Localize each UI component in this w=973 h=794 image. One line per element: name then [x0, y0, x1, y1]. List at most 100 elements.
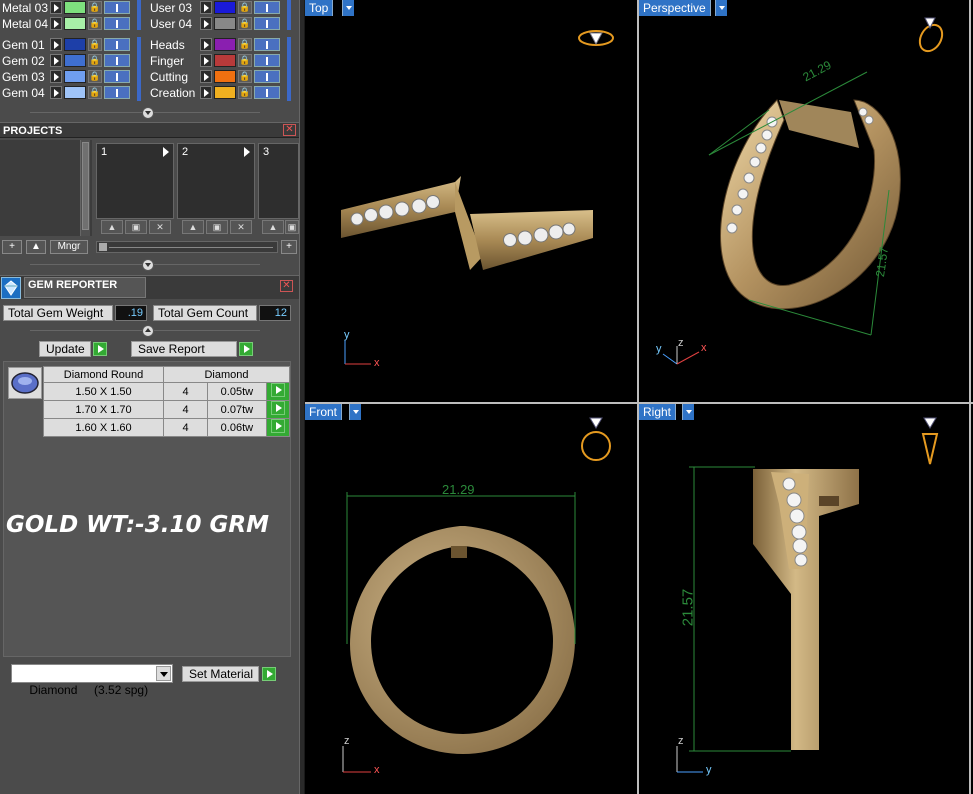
chevron-down-icon[interactable]: [156, 666, 171, 681]
layer-color-swatch[interactable]: [64, 1, 86, 14]
layer-expand-icon[interactable]: [200, 86, 212, 99]
project-2-up-button[interactable]: ▲: [182, 220, 204, 234]
visibility-toggle[interactable]: [254, 1, 280, 14]
layer-row[interactable]: Gem 04 🔒: [0, 85, 130, 100]
lock-icon[interactable]: 🔒: [88, 86, 102, 99]
total-gem-weight-value: .19: [115, 305, 147, 321]
project-3-up-button[interactable]: ▲: [262, 220, 284, 234]
lock-icon[interactable]: 🔒: [238, 1, 252, 14]
layer-row[interactable]: Heads 🔒: [150, 37, 280, 52]
layer-color-swatch[interactable]: [214, 54, 236, 67]
lock-icon[interactable]: 🔒: [88, 54, 102, 67]
layer-expand-icon[interactable]: [50, 70, 62, 83]
project-slot-1[interactable]: 1: [96, 143, 174, 219]
project-2-save-button[interactable]: ▣: [206, 220, 228, 234]
visibility-toggle[interactable]: [254, 38, 280, 51]
layer-expand-icon[interactable]: [50, 86, 62, 99]
row-select-button[interactable]: [270, 419, 285, 433]
material-select[interactable]: Diamond (3.52 spg): [11, 664, 173, 697]
visibility-toggle[interactable]: [104, 38, 130, 51]
layer-color-swatch[interactable]: [214, 70, 236, 83]
layer-color-swatch[interactable]: [64, 86, 86, 99]
layer-row[interactable]: Gem 02 🔒: [0, 53, 130, 68]
layer-color-swatch[interactable]: [214, 1, 236, 14]
visibility-toggle[interactable]: [104, 1, 130, 14]
layer-expand-icon[interactable]: [50, 38, 62, 51]
project-2-delete-button[interactable]: ✕: [230, 220, 252, 234]
row-select-button[interactable]: [270, 401, 285, 415]
lock-icon[interactable]: 🔒: [88, 70, 102, 83]
collapse-projects-button[interactable]: [142, 259, 154, 271]
save-report-go-icon[interactable]: [239, 342, 253, 356]
visibility-toggle[interactable]: [104, 86, 130, 99]
lock-icon[interactable]: 🔒: [238, 38, 252, 51]
add-project-button[interactable]: +: [2, 240, 22, 254]
layer-row[interactable]: Creation 🔒: [150, 85, 280, 100]
viewport-front[interactable]: Front 21.29 z x: [305, 404, 637, 794]
visibility-toggle[interactable]: [254, 86, 280, 99]
layer-row[interactable]: User 04 🔒: [150, 16, 280, 31]
projects-close-button[interactable]: ✕: [283, 124, 296, 136]
lock-icon[interactable]: 🔒: [238, 86, 252, 99]
gem-reporter-close-button[interactable]: ✕: [280, 280, 293, 292]
set-material-go-icon[interactable]: [262, 667, 276, 681]
set-material-button[interactable]: Set Material: [182, 666, 259, 682]
layer-row[interactable]: Gem 01 🔒: [0, 37, 130, 52]
save-report-button[interactable]: Save Report: [131, 341, 237, 357]
visibility-toggle[interactable]: [254, 17, 280, 30]
manager-button[interactable]: Mngr: [50, 240, 88, 254]
update-button[interactable]: Update: [39, 341, 91, 357]
layer-expand-icon[interactable]: [50, 1, 62, 14]
layer-color-swatch[interactable]: [214, 17, 236, 30]
layer-expand-icon[interactable]: [50, 54, 62, 67]
layer-color-swatch[interactable]: [214, 38, 236, 51]
layer-expand-icon[interactable]: [200, 1, 212, 14]
lock-icon[interactable]: 🔒: [238, 17, 252, 30]
layer-expand-icon[interactable]: [50, 17, 62, 30]
layer-name: User 04: [150, 16, 193, 31]
project-slot-2[interactable]: 2: [177, 143, 255, 219]
collapse-layers-button[interactable]: [142, 107, 154, 119]
lock-icon[interactable]: 🔒: [88, 1, 102, 14]
visibility-toggle[interactable]: [254, 70, 280, 83]
projects-scrollbar[interactable]: [80, 140, 90, 236]
layer-color-swatch[interactable]: [64, 38, 86, 51]
layer-row[interactable]: User 03 🔒: [150, 0, 280, 15]
layer-color-swatch[interactable]: [214, 86, 236, 99]
viewport-right[interactable]: Right 21.57 z y: [639, 404, 969, 794]
project-1-delete-button[interactable]: ✕: [149, 220, 171, 234]
visibility-toggle[interactable]: [104, 17, 130, 30]
lock-icon[interactable]: 🔒: [238, 54, 252, 67]
layer-expand-icon[interactable]: [200, 38, 212, 51]
layer-row[interactable]: Metal 03 🔒: [0, 0, 130, 15]
update-go-icon[interactable]: [93, 342, 107, 356]
upload-project-button[interactable]: ▲: [26, 240, 46, 254]
lock-icon[interactable]: 🔒: [88, 17, 102, 30]
layer-expand-icon[interactable]: [200, 54, 212, 67]
visibility-toggle[interactable]: [104, 70, 130, 83]
project-1-save-button[interactable]: ▣: [125, 220, 147, 234]
layer-row[interactable]: Cutting 🔒: [150, 69, 280, 84]
layer-color-swatch[interactable]: [64, 17, 86, 30]
project-slot-3[interactable]: 3: [258, 143, 299, 219]
row-select-button[interactable]: [270, 383, 285, 397]
visibility-toggle[interactable]: [104, 54, 130, 67]
projects-slider[interactable]: [96, 241, 278, 253]
expand-gem-reporter-button[interactable]: [142, 325, 154, 337]
layer-expand-icon[interactable]: [200, 17, 212, 30]
layer-expand-icon[interactable]: [200, 70, 212, 83]
viewport-top[interactable]: Top y x: [305, 0, 637, 402]
viewport-perspective[interactable]: Perspective 21.29 21.57 y z x: [639, 0, 969, 402]
zoom-projects-button[interactable]: +: [281, 240, 297, 254]
layer-row[interactable]: Metal 04 🔒: [0, 16, 130, 31]
lock-icon[interactable]: 🔒: [88, 38, 102, 51]
layer-row[interactable]: Finger 🔒: [150, 53, 280, 68]
project-1-up-button[interactable]: ▲: [101, 220, 123, 234]
layer-row[interactable]: Gem 03 🔒: [0, 69, 130, 84]
visibility-toggle[interactable]: [254, 54, 280, 67]
layer-color-swatch[interactable]: [64, 70, 86, 83]
layer-color-swatch[interactable]: [64, 54, 86, 67]
project-3-save-button[interactable]: ▣: [285, 220, 299, 234]
table-row: 1.70 X 1.70 4 0.07tw: [43, 400, 291, 419]
lock-icon[interactable]: 🔒: [238, 70, 252, 83]
